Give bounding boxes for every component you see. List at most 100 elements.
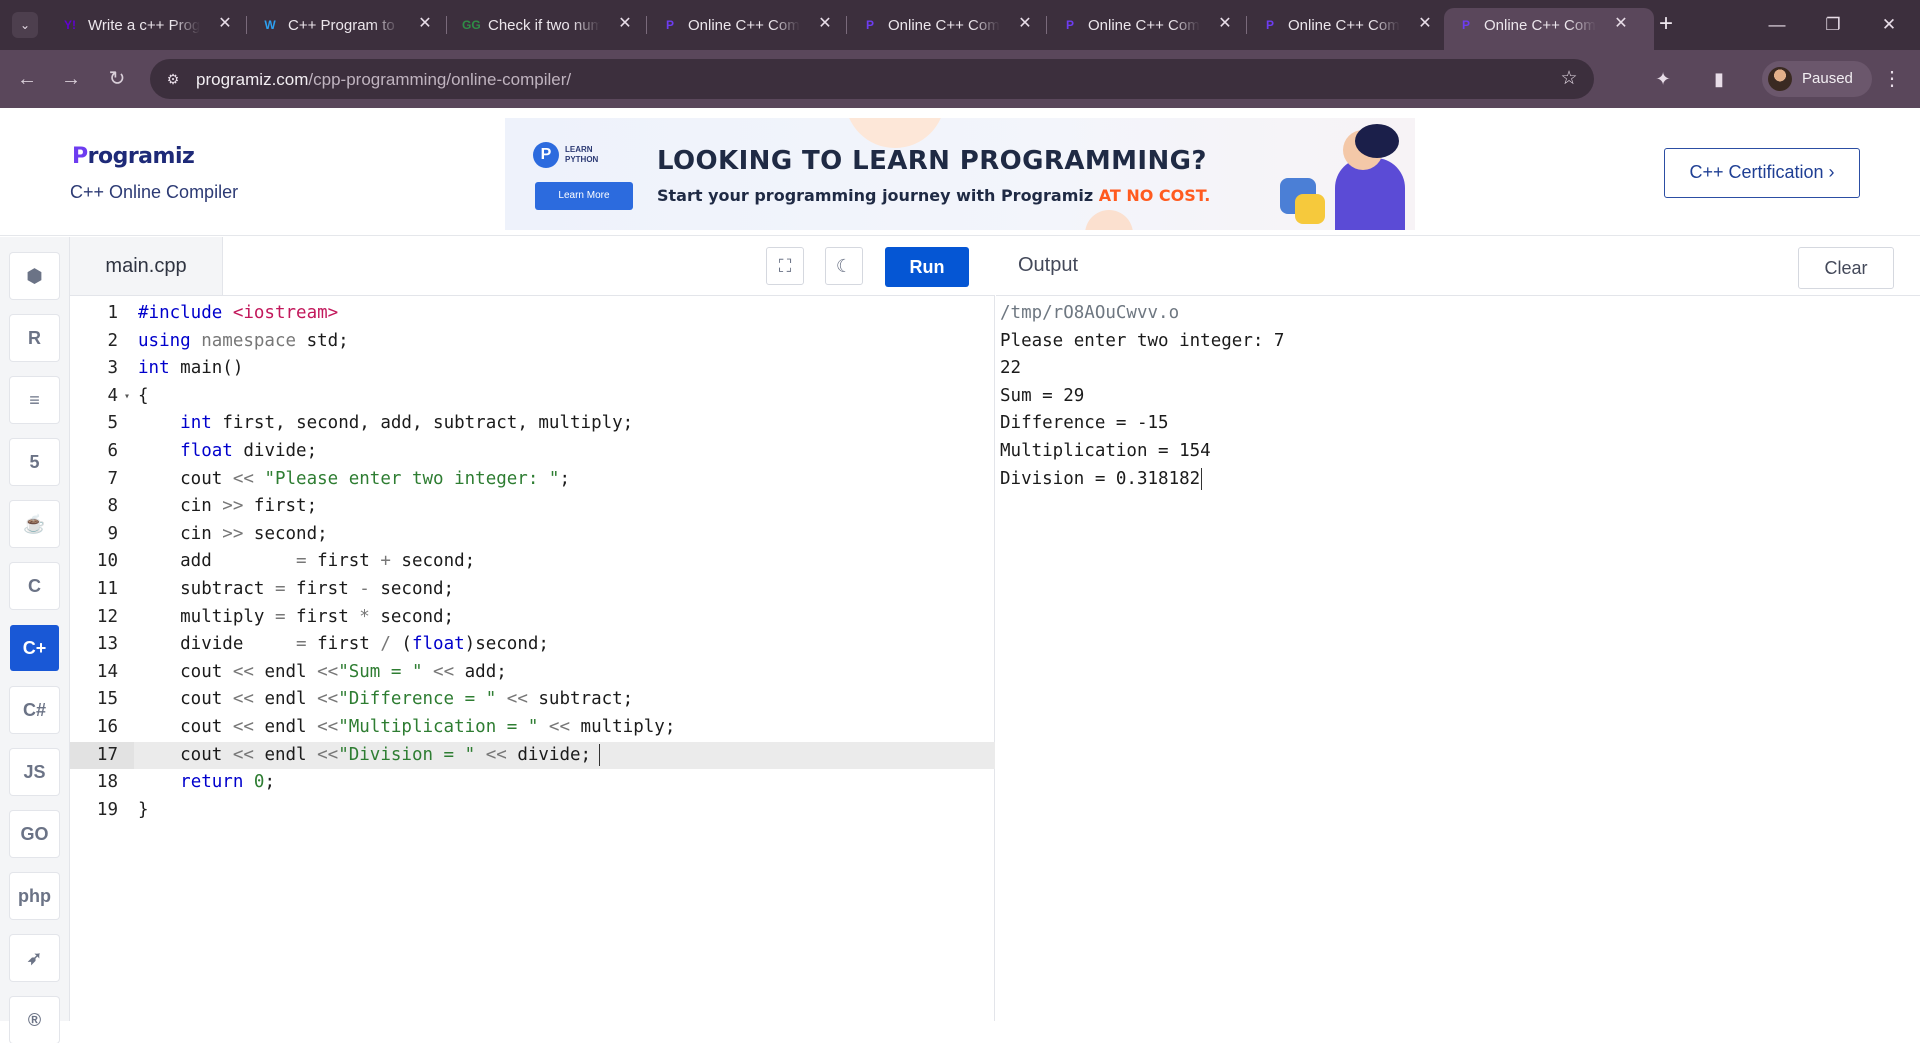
tab-favicon-icon: GG — [462, 18, 481, 32]
fullscreen-icon[interactable]: ⛶ — [766, 247, 804, 285]
js-icon[interactable]: JS — [10, 749, 59, 795]
forward-icon[interactable]: → — [58, 66, 84, 92]
tab-search-icon[interactable]: ⌄ — [12, 12, 38, 38]
site-info-icon[interactable]: ⚙ — [164, 70, 182, 88]
reload-icon[interactable]: ↻ — [104, 66, 130, 92]
code-line[interactable]: 1 #include <iostream> — [70, 300, 995, 328]
code-line[interactable]: 10 add = first + second; — [70, 548, 995, 576]
code-line[interactable]: 4{ — [70, 383, 995, 411]
line-number: 9 — [107, 523, 118, 544]
bookmark-star-icon[interactable]: ☆ — [1558, 68, 1580, 90]
code-editor[interactable]: 1 #include <iostream> 2 using namespace std… — [70, 296, 995, 1021]
tab-close-icon[interactable]: ✕ — [1016, 15, 1034, 33]
cpp-icon[interactable]: C+ — [10, 625, 59, 671]
output-console[interactable]: /tmp/rO8AOuCwvv.o Please enter two intege… — [996, 296, 1920, 1021]
code-text: cout << endl <<"Sum = " << add; — [138, 659, 507, 687]
output-line: Division = 0.318182 — [1000, 467, 1203, 490]
c-icon[interactable]: C — [10, 563, 59, 609]
back-icon[interactable]: ← — [14, 66, 40, 92]
tab-title: Check if two num — [488, 17, 600, 34]
rust-icon[interactable]: ® — [10, 997, 59, 1043]
code-line[interactable]: 18 return 0; — [70, 769, 995, 797]
code-line[interactable]: 8 cin >> first; — [70, 493, 995, 521]
code-token: endl — [264, 744, 318, 765]
code-line[interactable]: 13 divide = first / (float)second; — [70, 631, 995, 659]
browser-tab[interactable]: P Online C++ Com ✕ — [648, 8, 847, 42]
html-icon[interactable]: 5 — [10, 439, 59, 485]
code-line[interactable]: 17 cout << endl <<"Division = " << divid… — [70, 741, 995, 770]
clear-button[interactable]: Clear — [1798, 247, 1894, 289]
run-button[interactable]: Run — [885, 247, 969, 287]
address-bar[interactable]: ⚙ programiz.com/cpp-programming/online-c… — [150, 59, 1594, 99]
code-token: second; — [253, 523, 328, 544]
code-token: using — [138, 330, 202, 351]
code-line[interactable]: 12 multiply = first * second; — [70, 604, 995, 632]
code-line[interactable]: 15 cout << endl <<"Difference = " << sub… — [70, 686, 995, 714]
swift-icon[interactable]: ➶ — [10, 935, 59, 981]
tab-close-icon[interactable]: ✕ — [216, 15, 234, 33]
code-line[interactable]: 11 subtract = first - second; — [70, 576, 995, 604]
tab-close-icon[interactable]: ✕ — [416, 15, 434, 33]
code-line[interactable]: 2 using namespace std; — [70, 328, 995, 356]
address-url[interactable]: programiz.com/cpp-programming/online-com… — [196, 70, 571, 90]
code-line[interactable]: 6 float divide; — [70, 438, 995, 466]
line-number: 3 — [107, 358, 118, 379]
browser-menu-icon[interactable]: ⋮ — [1882, 66, 1902, 92]
profile-status: Paused — [1802, 70, 1853, 87]
browser-tab[interactable]: P Online C++ Com ✕ — [1048, 8, 1247, 42]
tab-close-icon[interactable]: ✕ — [1216, 15, 1234, 33]
java-icon[interactable]: ☕ — [10, 501, 59, 547]
profile-button[interactable]: Paused — [1762, 61, 1872, 97]
browser-tab[interactable]: Y! Write a c++ Prog ✕ — [48, 8, 247, 42]
tab-close-icon[interactable]: ✕ — [816, 15, 834, 33]
tab-close-icon[interactable]: ✕ — [1416, 15, 1434, 33]
side-panel-icon[interactable]: ▮ — [1706, 66, 1732, 92]
line-number: 4 — [70, 383, 130, 411]
sql-icon[interactable]: ≡ — [10, 377, 59, 423]
browser-tab[interactable]: W C++ Program to ✕ — [248, 8, 447, 42]
code-token: >> — [222, 496, 254, 517]
dark-mode-icon[interactable]: ☾ — [825, 247, 863, 285]
tab-close-icon[interactable]: ✕ — [1612, 15, 1630, 33]
r-icon[interactable]: R — [10, 315, 59, 361]
browser-tab[interactable]: P Online C++ Com ✕ — [1248, 8, 1444, 42]
code-line[interactable]: 14 cout << endl <<"Sum = " << add; — [70, 659, 995, 687]
certification-button[interactable]: C++ Certification › — [1664, 148, 1860, 198]
code-token: << — [232, 744, 265, 765]
restore-icon[interactable]: ❐ — [1810, 12, 1856, 38]
code-line[interactable]: 3 int main() — [70, 355, 995, 383]
code-token: << — [317, 744, 339, 765]
minimize-icon[interactable]: — — [1754, 12, 1800, 38]
browser-tab[interactable]: GG Check if two num ✕ — [448, 8, 647, 42]
new-tab-icon[interactable]: + — [1652, 11, 1680, 39]
python-icon[interactable]: ⬢ — [10, 253, 59, 299]
tab-close-icon[interactable]: ✕ — [616, 15, 634, 33]
code-token: return — [180, 772, 254, 793]
browser-tab[interactable]: P Online C++ Com ✕ — [848, 8, 1047, 42]
line-number: 13 — [96, 634, 118, 655]
file-tab-main-cpp[interactable]: main.cpp — [70, 237, 223, 295]
programiz-logo[interactable]: Programiz — [72, 144, 195, 169]
code-token: second; — [380, 606, 455, 627]
tab-favicon-icon: P — [865, 18, 874, 32]
csharp-icon[interactable]: C# — [10, 687, 59, 733]
code-line[interactable]: 5 int first, second, add, subtract, mult… — [70, 410, 995, 438]
ad-learn-more-button[interactable]: Learn More — [535, 182, 633, 210]
code-line[interactable]: 16 cout << endl <<"Multiplication = " <<… — [70, 714, 995, 742]
code-token: << — [548, 717, 581, 737]
output-header: Output Clear — [996, 237, 1920, 296]
php-icon[interactable]: php — [10, 873, 59, 919]
code-text: #include <iostream> — [138, 300, 338, 328]
code-token: "Difference = " — [338, 689, 507, 710]
close-window-icon[interactable]: ✕ — [1866, 12, 1912, 38]
code-line[interactable]: 7 cout << "Please enter two integer: "; — [70, 466, 995, 494]
code-token: int — [180, 413, 223, 434]
code-line[interactable]: 19} — [70, 797, 995, 825]
code-token: cout — [138, 661, 233, 682]
browser-tab[interactable]: P Online C++ Com ✕ — [1444, 8, 1654, 50]
advertisement-banner[interactable]: P LEARN PYTHON Learn More LOOKING TO LEA… — [505, 118, 1415, 230]
code-token: cin — [138, 523, 223, 544]
go-icon[interactable]: GO — [10, 811, 59, 857]
code-line[interactable]: 9 cin >> second; — [70, 521, 995, 549]
extensions-icon[interactable]: ✦ — [1650, 66, 1676, 92]
